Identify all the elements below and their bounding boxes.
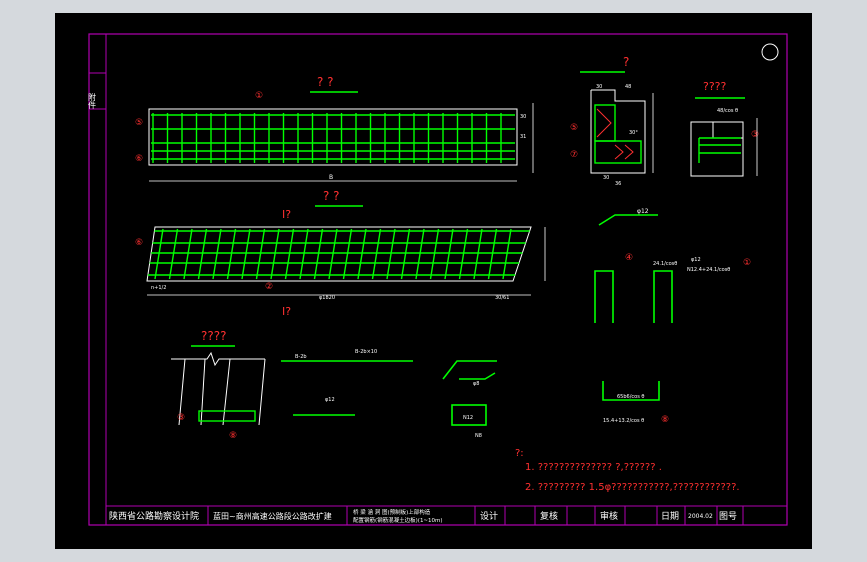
tb-date-label: 日期	[661, 511, 679, 522]
tb-design: 设计	[480, 510, 498, 522]
mid-rebar-stirrup	[154, 228, 164, 280]
mid-rebar-stirrup	[371, 228, 382, 280]
mid-rebar-stirrup	[241, 228, 251, 280]
bar-label-b5: N8	[475, 433, 482, 439]
mid-rebar-stirrup	[197, 228, 208, 280]
cad-drawing: 附件 ? ? ⑤ ⑥ ① B 30 31 ? ? I? I? ⑥ ② φ1820…	[88, 33, 788, 526]
stirrup-b11: φ12	[691, 257, 701, 263]
stirrup-b10: N12.4+24.1/cosθ	[687, 267, 730, 273]
stirrup-right-circle: ①	[743, 258, 751, 268]
tb-drawing-no: 图号	[719, 511, 737, 522]
mid-rebar-stirrup	[458, 228, 469, 280]
sec-dim-1: 30	[596, 84, 602, 90]
mid-circle-b: ②	[265, 282, 273, 292]
mid-rebar-stirrup	[255, 228, 266, 280]
mid-dim-right: 30/61	[495, 295, 509, 301]
mid-bottom-label: n+1/2	[151, 285, 166, 291]
mid-rebar-stirrup	[400, 228, 411, 280]
stirrup-b9: 24.1/cosθ	[653, 261, 677, 267]
drawing-sheet: 附件 ? ? ⑤ ⑥ ① B 30 31 ? ? I? I? ⑥ ② φ1820…	[55, 13, 812, 549]
stirrup-right	[653, 270, 673, 323]
top-dim-len: B	[329, 174, 333, 181]
tb-approve: 审核	[600, 510, 618, 522]
bar-label-b2: B-2b×10	[355, 349, 377, 355]
mid-view-title: ? ?	[323, 189, 340, 203]
mid-beam	[146, 226, 532, 282]
detail-a-title: ????	[703, 80, 727, 93]
small-hook	[598, 214, 658, 226]
mid-rebar-stirrup	[270, 228, 280, 280]
detail-circle-a: ③	[177, 413, 185, 423]
notes-line-2: 2. ????????? 1.5φ???????????,???????????…	[525, 482, 740, 493]
mid-rebar-stirrup	[415, 228, 425, 280]
mid-rebar-stirrup	[502, 228, 512, 280]
mid-dim-len: φ1820	[319, 295, 335, 301]
mid-rebar-stirrup	[183, 228, 193, 280]
mid-rebar-stirrup	[487, 228, 498, 280]
mid-rebar-stirrup	[313, 228, 324, 280]
detail-break	[171, 351, 266, 426]
top-dim-r2: 31	[520, 134, 526, 140]
bar-label-b3: φ12	[325, 397, 335, 403]
tb-date-value: 2004.02	[688, 513, 713, 520]
bar-shape-3	[442, 360, 497, 380]
side-tab-label: 附件	[88, 92, 97, 110]
mid-rebar-stirrup	[386, 228, 396, 280]
mid-circle-a: ⑥	[135, 238, 143, 248]
detail-title: ????	[201, 329, 226, 343]
sec-dim-5: 30°	[629, 130, 638, 136]
mid-rebar-stirrup	[226, 228, 237, 280]
top-dim-r1: 30	[520, 114, 526, 120]
sec-dim-2: 48	[625, 84, 631, 90]
tb-institute: 陕西省公路勘察设计院	[109, 510, 199, 522]
mid-rebar-stirrup	[212, 228, 222, 280]
sec-dim-4: 36	[615, 181, 621, 187]
mid-rebar-stirrup	[168, 228, 179, 280]
section-title: ?	[623, 55, 629, 69]
title-block	[106, 505, 787, 525]
sec-circle-a: ⑤	[570, 123, 578, 133]
bar-shape-5-circle: ⑧	[661, 415, 669, 425]
detail-circle-b: ⑧	[229, 431, 237, 441]
mid-rebar-stirrup	[444, 228, 454, 280]
bar-label-b8: 15.4+13.2/cos θ	[603, 418, 644, 424]
notes-line-1: 1. ?????????????? ?,?????? .	[525, 462, 662, 473]
bar-label-b6: N12	[463, 415, 473, 421]
bar-label-b7: 65b6/cos θ	[617, 394, 644, 400]
top-circle-c: ①	[255, 91, 263, 101]
stirrup-left-circle: ④	[625, 253, 633, 263]
notes-heading: ?:	[515, 448, 524, 459]
top-beam	[148, 108, 518, 166]
sec-circle-b: ⑦	[570, 150, 578, 160]
top-circle-a: ⑤	[135, 118, 143, 128]
detail-a	[690, 121, 744, 177]
mid-rebar-stirrup	[342, 228, 353, 280]
mid-rebar-stirrup	[429, 228, 440, 280]
bar-label-b1: B-2b	[295, 354, 307, 360]
det-circle: ③	[751, 130, 759, 140]
mid-rebar-stirrup	[357, 228, 367, 280]
stirrup-left	[594, 270, 614, 323]
registration-circle	[761, 43, 779, 61]
mid-rebar-stirrup	[473, 228, 483, 280]
small-hook-label: φ12	[637, 208, 649, 215]
tb-drawing-line1: 桥 梁 涵 洞 图(预制板)上部构造	[353, 508, 431, 516]
mid-rebar-stirrup	[284, 228, 295, 280]
sec-dim-3: 30	[603, 175, 609, 181]
det-dim-1: 48/cos θ	[717, 108, 738, 114]
top-view-title: ? ?	[317, 75, 334, 89]
tb-drawing-line2: 配置钢筋(钢筋混凝土边板)(1~10m)	[353, 516, 443, 524]
mid-rebar-stirrup	[328, 228, 338, 280]
mid-rebar-stirrup	[299, 228, 309, 280]
top-circle-b: ⑥	[135, 154, 143, 164]
cut-mark-top: I?	[282, 208, 291, 221]
bar-label-b4: φ8	[473, 381, 479, 387]
cut-mark-bottom: I?	[282, 305, 291, 318]
tb-review: 复核	[540, 510, 558, 522]
border-frame	[88, 33, 788, 526]
tb-project: 蓝田~商州高速公路段公路改扩建	[213, 511, 332, 521]
